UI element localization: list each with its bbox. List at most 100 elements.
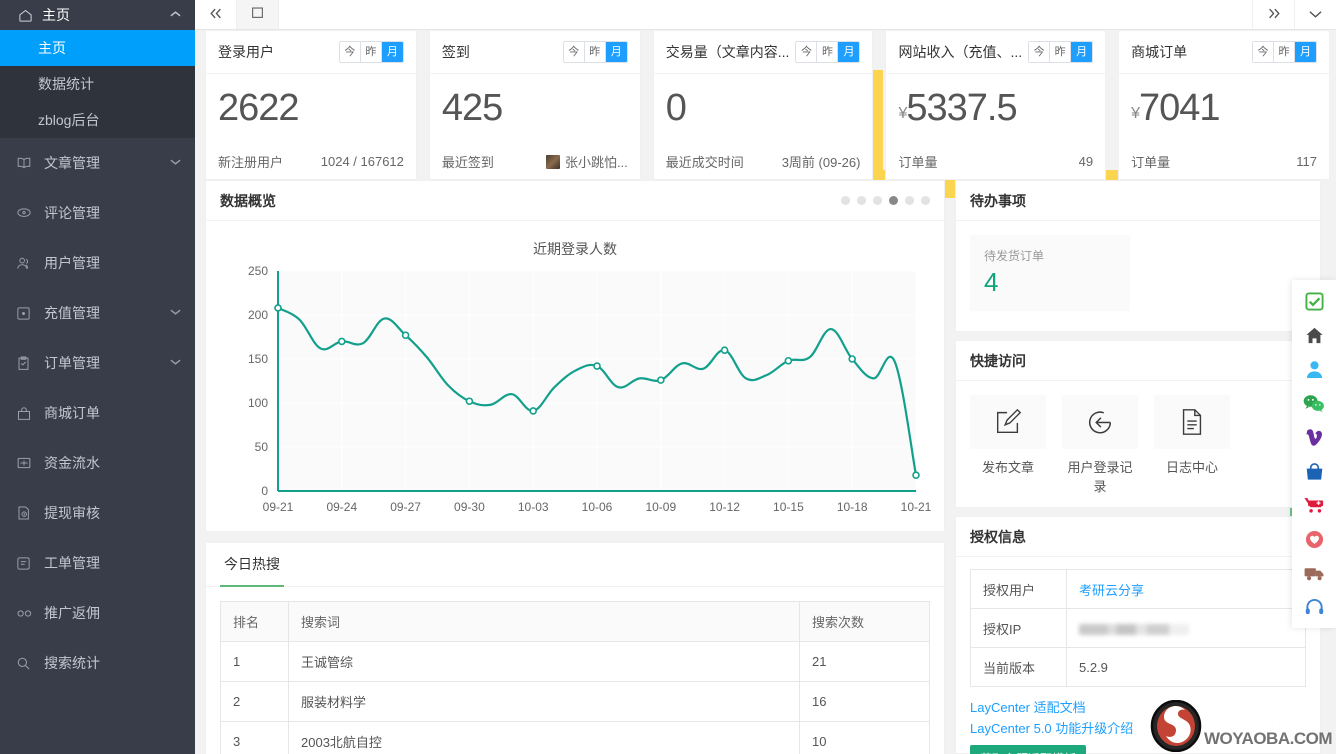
double-chevron-right-icon	[1267, 7, 1281, 22]
carousel-dot[interactable]	[889, 196, 898, 205]
period-month[interactable]: 月	[1295, 42, 1317, 62]
sidebar-item-home[interactable]: 主页	[0, 0, 195, 30]
period-today[interactable]: 今	[339, 42, 361, 62]
tabs-more-button[interactable]	[1252, 0, 1294, 29]
period-segment-control[interactable]: 今 昨 月	[562, 41, 628, 63]
quick-action-label: 发布文章	[981, 460, 1034, 475]
rail-shipping-button[interactable]	[1292, 556, 1336, 590]
svg-text:10-09: 10-09	[645, 500, 676, 514]
period-segment-control[interactable]: 今 昨 月	[338, 41, 404, 63]
card-body: 2622 新注册用户 1024 / 167612	[206, 74, 416, 179]
chevron-down-icon[interactable]	[170, 357, 181, 369]
sidebar-item-promotion-rebate[interactable]: 推广返佣	[0, 588, 195, 638]
period-month[interactable]: 月	[605, 42, 627, 62]
carousel-dot[interactable]	[873, 196, 882, 205]
carousel-dot[interactable]	[857, 196, 866, 205]
sidebar-collapse-button[interactable]	[195, 0, 237, 29]
period-today[interactable]: 今	[563, 42, 585, 62]
period-month[interactable]: 月	[1071, 42, 1093, 62]
card-footer: 最近签到 张小跳怕...	[442, 152, 628, 171]
card-header: 签到 今 昨 月	[429, 31, 640, 74]
quick-action-log-center[interactable]: 日志中心	[1154, 395, 1230, 495]
get-theme-template-button[interactable]: 获取主题适配模板	[970, 745, 1087, 754]
carousel-dot[interactable]	[841, 196, 850, 205]
sidebar-item-money-flow[interactable]: 资金流水	[0, 438, 195, 488]
checkbox-check-icon	[1304, 291, 1324, 311]
home-icon	[1305, 326, 1324, 345]
sidebar-item-comment-management[interactable]: 评论管理	[0, 188, 195, 238]
app-root: 主页 主页 数据统计 zblog后台 文章管理 评论管理 用户管理 充值管理 订…	[0, 0, 1336, 754]
period-yesterday[interactable]: 昨	[360, 42, 382, 62]
tab-home[interactable]	[237, 0, 279, 29]
svg-text:10-15: 10-15	[773, 500, 804, 514]
rail-wechat-button[interactable]	[1292, 386, 1336, 420]
carousel-dots[interactable]	[841, 196, 930, 205]
chevron-down-icon[interactable]	[170, 307, 181, 319]
money-flow-icon	[16, 454, 40, 472]
todo-panel: 待办事项 待发货订单 4	[955, 180, 1321, 332]
sidebar-item-withdraw-review[interactable]: 提现审核	[0, 488, 195, 538]
sidebar-item-article-management[interactable]: 文章管理	[0, 138, 195, 188]
carousel-dot[interactable]	[921, 196, 930, 205]
rail-home-button[interactable]	[1292, 318, 1336, 352]
floating-icon-rail	[1292, 280, 1336, 628]
sidebar-label: 评论管理	[44, 205, 100, 221]
sidebar-item-ticket-management[interactable]: 工单管理	[0, 538, 195, 588]
headset-icon	[1305, 598, 1324, 616]
sidebar-item-zblog-admin[interactable]: zblog后台	[0, 102, 195, 138]
sidebar-item-shop-orders[interactable]: 商城订单	[0, 388, 195, 438]
period-yesterday[interactable]: 昨	[584, 42, 606, 62]
period-today[interactable]: 今	[1029, 42, 1051, 62]
tab-today-hot-search[interactable]: 今日热搜	[220, 543, 284, 587]
cell-rank: 2	[220, 681, 289, 722]
sidebar-label: 商城订单	[44, 405, 100, 421]
carousel-dot[interactable]	[905, 196, 914, 205]
svg-text:09-27: 09-27	[390, 500, 421, 514]
period-yesterday[interactable]: 昨	[1050, 42, 1072, 62]
card-value-wrap: ¥5337.5	[898, 84, 1093, 138]
cell-count: 16	[799, 681, 930, 722]
rail-vimeo-button[interactable]	[1292, 420, 1336, 454]
top-header	[195, 0, 1336, 30]
panel-header: 授权信息	[956, 517, 1320, 557]
sidebar-item-recharge-management[interactable]: 充值管理	[0, 288, 195, 338]
quick-access-body: 发布文章 用户登录记录 日志中心	[956, 381, 1320, 509]
users-icon	[16, 254, 40, 272]
quick-action-publish-article[interactable]: 发布文章	[970, 395, 1046, 495]
period-yesterday[interactable]: 昨	[1274, 42, 1296, 62]
period-today[interactable]: 今	[796, 42, 818, 62]
todo-item-count: 4	[984, 267, 999, 297]
rail-cart-plus-button[interactable]	[1292, 488, 1336, 522]
todo-item-pending-shipment[interactable]: 待发货订单 4	[970, 235, 1130, 311]
sidebar-item-home-sub[interactable]: 主页	[0, 30, 195, 66]
license-user-link[interactable]: 考研云分享	[1079, 583, 1144, 598]
card-header: 登录用户 今 昨 月	[206, 31, 416, 74]
sidebar-home-label: 主页	[42, 7, 70, 23]
quick-action-login-records[interactable]: 用户登录记录	[1062, 395, 1138, 495]
period-month[interactable]: 月	[838, 42, 860, 62]
rail-user-button[interactable]	[1292, 352, 1336, 386]
period-segment-control[interactable]: 今 昨 月	[1252, 41, 1318, 63]
card-value: 5337.5	[906, 87, 1017, 129]
rail-handbag-button[interactable]	[1292, 454, 1336, 488]
sidebar-item-user-management[interactable]: 用户管理	[0, 238, 195, 288]
sidebar-item-order-management[interactable]: 订单管理	[0, 338, 195, 388]
period-yesterday[interactable]: 昨	[817, 42, 839, 62]
tabs-dropdown-button[interactable]	[1294, 0, 1336, 29]
license-key: 授权IP	[970, 608, 1067, 648]
chevron-down-icon[interactable]	[170, 157, 181, 169]
panel-title: 授权信息	[970, 528, 1026, 545]
panel-title: 待办事项	[970, 192, 1026, 209]
rail-support-button[interactable]	[1292, 590, 1336, 624]
rail-checkbox-check-button[interactable]	[1292, 284, 1336, 318]
sidebar-item-search-statistics[interactable]: 搜索统计	[0, 638, 195, 688]
period-today[interactable]: 今	[1253, 42, 1275, 62]
period-segment-control[interactable]: 今 昨 月	[1028, 41, 1094, 63]
chevron-up-icon[interactable]	[170, 9, 181, 21]
period-segment-control[interactable]: 今 昨 月	[795, 41, 861, 63]
card-title: 登录用户	[218, 44, 274, 60]
period-month[interactable]: 月	[381, 42, 403, 62]
main-content: 登录用户 今 昨 月 2622 新注册用户 1024 / 167612 签到 今…	[195, 30, 1336, 754]
sidebar-item-statistics[interactable]: 数据统计	[0, 66, 195, 102]
rail-favorite-button[interactable]	[1292, 522, 1336, 556]
